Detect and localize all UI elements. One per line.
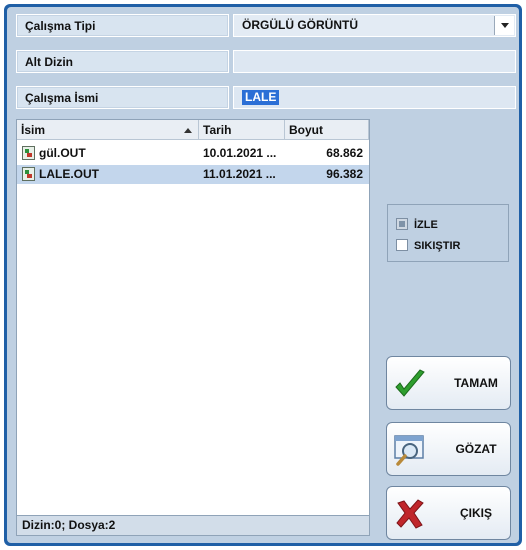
checkmark-icon <box>395 369 425 397</box>
column-header-size[interactable]: Boyut <box>285 120 369 140</box>
sort-ascending-icon <box>184 128 192 133</box>
file-name: gül.OUT <box>39 146 86 160</box>
red-x-icon <box>396 499 424 529</box>
out-file-icon <box>22 167 35 181</box>
column-header-name[interactable]: İsim <box>17 120 199 140</box>
watch-label: İZLE <box>414 219 438 231</box>
dialog-panel: Çalışma Tipi ÖRGÜLÜ GÖRÜNTÜ Alt Dizin Ça… <box>7 7 519 543</box>
options-group: İZLE SIKIŞTIR <box>387 204 509 262</box>
work-type-combo[interactable]: ÖRGÜLÜ GÖRÜNTÜ <box>233 14 516 37</box>
file-list[interactable]: İsim Tarih Boyut gül.OUT 10.01.2021 ... … <box>16 119 370 516</box>
browse-button[interactable]: GÖZAT <box>386 422 511 476</box>
work-type-value: ÖRGÜLÜ GÖRÜNTÜ <box>242 18 358 32</box>
file-date: 11.01.2021 ... <box>203 167 276 181</box>
work-name-input[interactable]: LALE <box>233 86 516 109</box>
ok-label: TAMAM <box>454 376 498 390</box>
exit-label: ÇIKIŞ <box>459 506 492 520</box>
compress-checkbox[interactable] <box>396 239 408 251</box>
file-size: 96.382 <box>326 167 363 181</box>
column-header-name-label: İsim <box>21 123 46 137</box>
table-row[interactable]: gül.OUT 10.01.2021 ... 68.862 <box>17 144 369 163</box>
work-type-label: Çalışma Tipi <box>16 14 229 37</box>
subdir-label: Alt Dizin <box>16 50 229 73</box>
watch-checkbox[interactable] <box>396 218 408 230</box>
magnifier-window-icon <box>394 435 424 466</box>
out-file-icon <box>22 146 35 160</box>
file-name: LALE.OUT <box>39 167 99 181</box>
table-row-selected[interactable]: LALE.OUT 11.01.2021 ... 96.382 <box>17 165 369 184</box>
chevron-down-icon[interactable] <box>494 16 514 35</box>
subdir-field[interactable] <box>233 50 516 73</box>
ok-button[interactable]: TAMAM <box>386 356 511 410</box>
file-size: 68.862 <box>326 146 363 160</box>
work-name-label: Çalışma İsmi <box>16 86 229 109</box>
browse-label: GÖZAT <box>455 442 497 456</box>
file-date: 10.01.2021 ... <box>203 146 277 160</box>
exit-button[interactable]: ÇIKIŞ <box>386 486 511 540</box>
work-name-value: LALE <box>242 90 280 105</box>
dialog-frame: Çalışma Tipi ÖRGÜLÜ GÖRÜNTÜ Alt Dizin Ça… <box>4 4 522 546</box>
status-bar: Dizin:0; Dosya:2 <box>16 516 370 536</box>
compress-label: SIKIŞTIR <box>414 240 461 252</box>
column-header-date[interactable]: Tarih <box>199 120 285 140</box>
